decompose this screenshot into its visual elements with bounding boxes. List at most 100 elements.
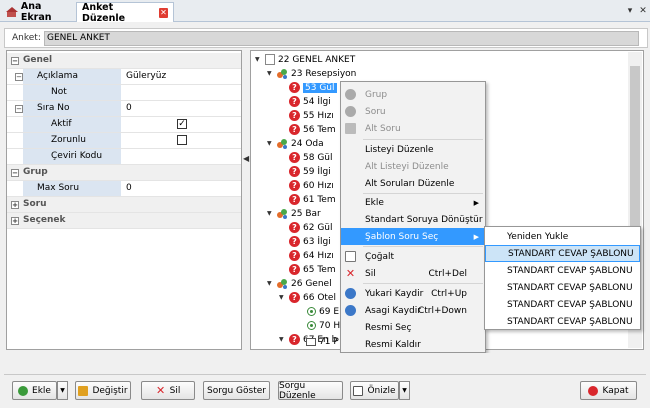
tree-node[interactable]: ? 63 İlgi <box>289 235 331 248</box>
menu-item-sil[interactable]: ✕ Sil Ctrl+Del <box>341 265 485 282</box>
sira-no-value[interactable]: 0 <box>123 101 241 116</box>
tab-bar: Ana Ekran Anket Düzenle ✕ ▾ ✕ <box>0 0 650 24</box>
delete-icon: ✕ <box>156 383 166 397</box>
menu-item-resmi-sec[interactable]: Resmi Seç <box>341 319 485 336</box>
question-icon: ? <box>289 236 300 247</box>
tree-node[interactable]: ▼ 22 GENEL ANKET <box>255 53 355 66</box>
tree-arrow-icon[interactable]: ▼ <box>267 140 274 147</box>
question-icon: ? <box>289 264 300 275</box>
chevron-right-icon: ▶ <box>473 232 479 241</box>
close-button[interactable]: Kapat <box>580 381 637 400</box>
tree-node[interactable]: ? 61 Tem <box>289 193 336 206</box>
menu-item-cogalt[interactable]: Çoğalt <box>341 248 485 265</box>
expand-icon[interactable]: + <box>11 217 19 225</box>
menu-item-standart-soruya-donustur[interactable]: Standart Soruya Dönüştür <box>341 211 485 228</box>
add-button[interactable]: Ekle <box>12 381 57 400</box>
tree-node[interactable]: ▼? 66 Otel <box>279 291 336 304</box>
tree-node[interactable]: ? 58 Gül <box>289 151 333 164</box>
submenu-item-template[interactable]: STANDART CEVAP ŞABLONU <box>485 296 640 313</box>
chevron-down-icon[interactable]: ▾ <box>624 4 636 18</box>
tree-node[interactable]: ? 54 İlgi <box>289 95 331 108</box>
tree-arrow-icon[interactable]: ▼ <box>255 56 262 63</box>
edit-query-button[interactable]: Sorgu Düzenle <box>278 381 343 401</box>
tree-arrow-icon[interactable]: ▼ <box>267 70 274 77</box>
menu-item-alt-listeyi-duzenle[interactable]: Alt Listeyi Düzenle <box>341 158 485 175</box>
tree-node[interactable]: ? 62 Gül <box>289 221 333 234</box>
menu-item-resmi-kaldir[interactable]: Resmi Kaldır <box>341 336 485 353</box>
scrollbar-thumb[interactable] <box>630 66 640 226</box>
prop-row-aciklama[interactable]: − Açıklama Güleryüz <box>7 69 241 85</box>
menu-item-alt-sorulari-duzenle[interactable]: Alt Soruları Düzenle <box>341 175 485 192</box>
tree-arrow-icon[interactable]: ▼ <box>267 280 274 287</box>
menu-item-ekle[interactable]: Ekle ▶ <box>341 194 485 211</box>
collapse-icon[interactable]: − <box>15 73 23 81</box>
submenu-item-template[interactable]: STANDART CEVAP ŞABLONU <box>485 245 640 262</box>
not-value[interactable] <box>123 85 241 100</box>
aciklama-value[interactable]: Güleryüz <box>123 69 241 84</box>
chevron-left-icon[interactable]: ◀ <box>243 154 249 163</box>
tree-node[interactable]: ? 64 Hızı <box>289 249 334 262</box>
tree-node[interactable]: 71 P <box>306 335 339 348</box>
menu-item-yukari-kaydir[interactable]: Yukari Kaydir Ctrl+Up <box>341 285 485 302</box>
menu-item-asagi-kaydir[interactable]: Asagi Kaydir Ctrl+Down <box>341 302 485 319</box>
collapse-icon[interactable]: − <box>11 57 19 65</box>
submenu-item-yeniden-yukle[interactable]: Yeniden Yukle <box>485 228 640 245</box>
close-icon[interactable]: ✕ <box>158 7 168 18</box>
tree-node[interactable]: ▼ 26 Genel <box>267 277 332 290</box>
category-secenek[interactable]: + Seçenek <box>7 213 241 229</box>
max-soru-value[interactable]: 0 <box>123 181 241 196</box>
question-icon: ? <box>289 124 300 135</box>
category-soru[interactable]: + Soru <box>7 197 241 213</box>
tree-node[interactable]: ▼ 24 Oda <box>267 137 324 150</box>
add-dropdown[interactable]: ▼ <box>57 381 68 400</box>
splitter[interactable] <box>242 50 250 350</box>
expand-icon[interactable]: + <box>11 201 19 209</box>
tree-node[interactable]: ? 60 Hızı <box>289 179 334 192</box>
delete-button[interactable]: ✕ Sil <box>141 381 195 400</box>
tree-node[interactable]: ? 53 Gül <box>289 81 337 94</box>
prop-row-ceviri-kodu[interactable]: Çeviri Kodu <box>7 149 241 165</box>
tree-node[interactable]: ▼ 23 Resepsiyon <box>267 67 356 80</box>
submenu-item-template[interactable]: STANDART CEVAP ŞABLONU <box>485 279 640 296</box>
horizontal-scrollbar[interactable] <box>6 353 644 361</box>
prop-row-max-soru[interactable]: Max Soru 0 <box>7 181 241 197</box>
edit-button[interactable]: Değiştir <box>75 381 131 400</box>
prop-row-zorunlu[interactable]: Zorunlu <box>7 133 241 149</box>
tab-anket-duzenle[interactable]: Anket Düzenle ✕ <box>76 2 174 24</box>
category-genel[interactable]: − Genel <box>7 53 241 69</box>
zorunlu-checkbox[interactable] <box>177 135 187 145</box>
tab-ana-ekran[interactable]: Ana Ekran <box>2 1 74 23</box>
document-icon <box>265 54 275 65</box>
collapse-icon[interactable]: − <box>15 105 23 113</box>
close-icon[interactable]: ✕ <box>637 4 649 18</box>
tree-node[interactable]: ? 56 Tem <box>289 123 336 136</box>
ceviri-value[interactable] <box>123 149 241 164</box>
category-grup[interactable]: − Grup <box>7 165 241 181</box>
menu-item-listeyi-duzenle[interactable]: Listeyi Düzenle <box>341 141 485 158</box>
menu-item-grup[interactable]: Grup <box>341 86 485 103</box>
preview-button[interactable]: Önizle <box>350 381 399 400</box>
prop-row-aktif[interactable]: Aktif ✓ <box>7 117 241 133</box>
tree-node[interactable]: 70 H <box>307 319 340 332</box>
tree-arrow-icon[interactable]: ▼ <box>267 210 274 217</box>
submenu-item-template[interactable]: STANDART CEVAP ŞABLONU <box>485 313 640 330</box>
menu-item-alt-soru[interactable]: Alt Soru <box>341 120 485 137</box>
tree-node[interactable]: ? 65 Tem <box>289 263 336 276</box>
tree-node[interactable]: ? 59 İlgi <box>289 165 331 178</box>
collapse-icon[interactable]: − <box>11 169 19 177</box>
prop-row-sira-no[interactable]: − Sıra No 0 <box>7 101 241 117</box>
tree-node[interactable]: 69 E <box>307 305 339 318</box>
menu-item-sablon-soru-sec[interactable]: Şablon Soru Seç ▶ <box>341 228 485 245</box>
prop-row-not[interactable]: Not <box>7 85 241 101</box>
question-icon: ? <box>289 180 300 191</box>
preview-dropdown[interactable]: ▼ <box>399 381 410 400</box>
survey-name-field[interactable]: GENEL ANKET <box>44 31 639 46</box>
menu-item-soru[interactable]: Soru <box>341 103 485 120</box>
tree-arrow-icon[interactable]: ▼ <box>279 336 286 343</box>
tree-node[interactable]: ▼ 25 Bar <box>267 207 321 220</box>
aktif-checkbox[interactable]: ✓ <box>177 119 187 129</box>
submenu-item-template[interactable]: STANDART CEVAP ŞABLONU <box>485 262 640 279</box>
show-query-button[interactable]: Sorgu Göster <box>203 381 270 400</box>
tree-arrow-icon[interactable]: ▼ <box>279 294 286 301</box>
tree-node[interactable]: ? 55 Hızı <box>289 109 334 122</box>
